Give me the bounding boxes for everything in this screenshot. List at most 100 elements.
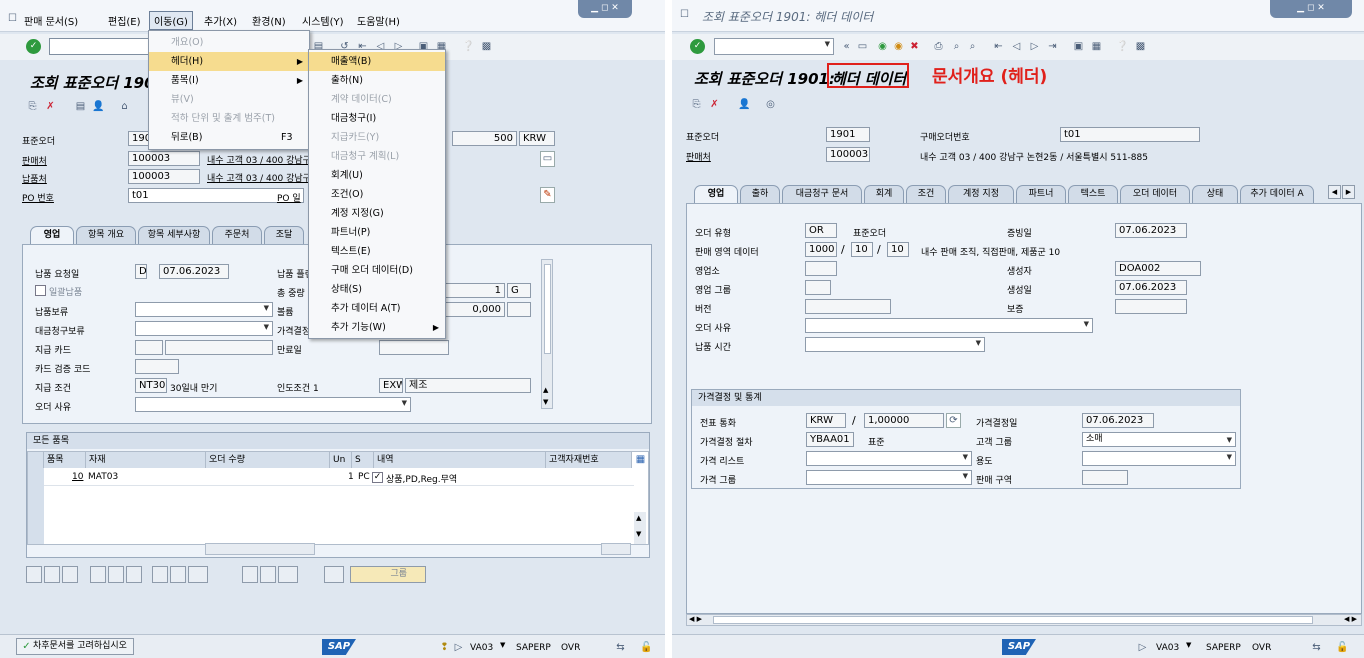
submenu-contract-data[interactable]: 계약 데이터(C) (309, 90, 445, 109)
tab-scroll-left-icon[interactable]: ◀ (1328, 185, 1341, 199)
sales-org-field[interactable]: 1000 (805, 242, 837, 257)
payment-terms-field[interactable]: NT30 (135, 378, 167, 393)
card-code-field[interactable] (135, 359, 179, 374)
shortcut-icon[interactable]: ▦ (1090, 40, 1103, 53)
payment-card-field[interactable] (135, 340, 163, 355)
billing-block-dropdown[interactable] (135, 321, 273, 336)
tcode-dropdown-icon[interactable]: ▼ (500, 641, 505, 649)
tab-billing-document[interactable]: 대금청구 문서 (782, 185, 862, 203)
pricing-date-field[interactable]: 07.06.2023 (1082, 413, 1154, 428)
tab-procurement[interactable]: 조달 (264, 226, 304, 244)
print-icon[interactable]: ⎙ (932, 40, 945, 53)
tab-item-overview[interactable]: 항목 개요 (76, 226, 136, 244)
price-list-dropdown[interactable] (806, 451, 972, 466)
req-date-field[interactable]: 07.06.2023 (159, 264, 229, 279)
status-message[interactable]: 차후문서를 고려하십시오 (16, 638, 134, 655)
submenu-status[interactable]: 상태(S) (309, 280, 445, 299)
division-field[interactable]: 10 (887, 242, 909, 257)
scroll-lock-icon[interactable]: ⇆ (1310, 641, 1323, 654)
row-selectors[interactable] (28, 468, 44, 544)
order-type-field[interactable]: OR (805, 223, 837, 238)
order-reason-dropdown[interactable] (805, 318, 1093, 333)
tab-ordering-party[interactable]: 주문처 (212, 226, 262, 244)
currency-field[interactable]: KRW (519, 131, 555, 146)
group-button[interactable]: 그룹 (350, 566, 426, 583)
version-field[interactable] (805, 299, 891, 314)
row-selector-header[interactable] (28, 452, 44, 468)
first-page-icon[interactable]: ⇤ (992, 40, 1005, 53)
submenu-accounting[interactable]: 회계(U) (309, 166, 445, 185)
doc-date-field[interactable]: 07.06.2023 (1115, 223, 1187, 238)
new-session-icon[interactable]: ▣ (1072, 40, 1085, 53)
tab-sales[interactable]: 영업 (694, 185, 738, 203)
submenu-additional-data-a[interactable]: 추가 데이터 A(T) (309, 299, 445, 318)
history-icon[interactable]: « (840, 40, 853, 53)
menu-back[interactable]: 뒤로(B) F3 (149, 128, 309, 147)
menu-environment[interactable]: 환경(N) (252, 13, 286, 28)
next-page-icon[interactable]: ▷ (1028, 40, 1041, 53)
menu-extras[interactable]: 추가(X) (204, 13, 237, 28)
sort-desc-button[interactable] (170, 566, 186, 583)
availability-button[interactable] (188, 566, 208, 583)
lock-icon[interactable]: 🔓 (1336, 641, 1349, 654)
bom-button[interactable] (324, 566, 344, 583)
tab-item-detail[interactable]: 항목 세부사항 (138, 226, 210, 244)
tab-partners[interactable]: 파트너 (1016, 185, 1066, 203)
sales-district-field[interactable] (1082, 470, 1128, 485)
layout-icon[interactable]: ▩ (1134, 40, 1147, 53)
volume-unit-field[interactable] (507, 302, 531, 317)
orders-icon[interactable]: ⌂ (118, 100, 131, 113)
col-description[interactable]: 내역 (374, 452, 546, 468)
submenu-billing-plan[interactable]: 대금청구 계획(L) (309, 147, 445, 166)
customer-group-dropdown[interactable]: 소매 (1082, 432, 1236, 447)
status-expand-icon[interactable]: ▷ (452, 641, 465, 654)
document-icon[interactable]: ▭ (540, 151, 555, 167)
menu-system[interactable]: 시스템(Y) (302, 13, 344, 28)
display-doc-flow-icon[interactable]: ⎘ (26, 100, 39, 113)
po-number-label[interactable]: PO 번호 (22, 191, 54, 204)
menu-edit[interactable]: 편집(E) (108, 13, 141, 28)
status-info-icon[interactable]: ❢ (438, 641, 451, 654)
menu-shipping-unit[interactable]: 적하 단위 및 출계 범주(T) (149, 109, 309, 128)
payment-card-number-field[interactable] (165, 340, 273, 355)
std-order-field[interactable]: 1901 (826, 127, 870, 142)
menu-overview[interactable]: 개요(O) (149, 33, 309, 52)
col-s[interactable]: S (352, 452, 374, 468)
tab-sales[interactable]: 영업 (30, 226, 74, 244)
ship-to-field[interactable]: 100003 (128, 169, 200, 184)
table-hscroll-left[interactable] (205, 543, 315, 555)
find-next-icon[interactable]: ⌕ (966, 40, 979, 53)
status-expand-icon[interactable]: ▷ (1136, 641, 1149, 654)
sold-to-field[interactable]: 100003 (128, 151, 200, 166)
ship-to-label[interactable]: 납품처 (22, 172, 47, 185)
scroll-lock-icon[interactable]: ⇆ (614, 641, 627, 654)
panel-horizontal-scrollbar[interactable]: ◀ ▶ ◀ ▶ (686, 614, 1362, 626)
distribution-channel-field[interactable]: 10 (851, 242, 873, 257)
config-button[interactable] (242, 566, 258, 583)
tab-order-data[interactable]: 오더 데이터 (1120, 185, 1190, 203)
tab-texts[interactable]: 텍스트 (1068, 185, 1118, 203)
display-icon[interactable]: ◎ (764, 98, 777, 111)
submenu-payment-card[interactable]: 지급카드(Y) (309, 128, 445, 147)
cancel-icon[interactable]: ✖ (908, 40, 921, 53)
exchange-rate-field[interactable]: 1,00000 (864, 413, 944, 428)
exit-icon[interactable]: ◉ (892, 40, 905, 53)
menu-item[interactable]: 품목(I) ▶ (149, 71, 309, 90)
refresh-rate-icon[interactable]: ⟳ (946, 413, 961, 428)
back-icon[interactable]: ◉ (876, 40, 889, 53)
net-value-field[interactable]: 500 (452, 131, 517, 146)
help-icon[interactable]: ❔ (462, 40, 475, 53)
incoterms-field[interactable]: EXW (379, 378, 403, 393)
tab-scroll-right-icon[interactable]: ▶ (1342, 185, 1355, 199)
command-field[interactable] (714, 38, 834, 55)
window-controls[interactable]: ▁ ◻ ✕ (578, 0, 632, 18)
std-order-field[interactable]: 190 (128, 131, 150, 146)
tab-conditions[interactable]: 조건 (906, 185, 946, 203)
submenu-shipping[interactable]: 출하(N) (309, 71, 445, 90)
incoterms-location-field[interactable]: 제조 (405, 378, 531, 393)
col-item[interactable]: 품목 (44, 452, 86, 468)
submenu-texts[interactable]: 텍스트(E) (309, 242, 445, 261)
command-field[interactable] (49, 38, 149, 55)
created-by-field[interactable]: DOA002 (1115, 261, 1201, 276)
doc-flow-icon[interactable]: ⎘ (690, 98, 703, 111)
